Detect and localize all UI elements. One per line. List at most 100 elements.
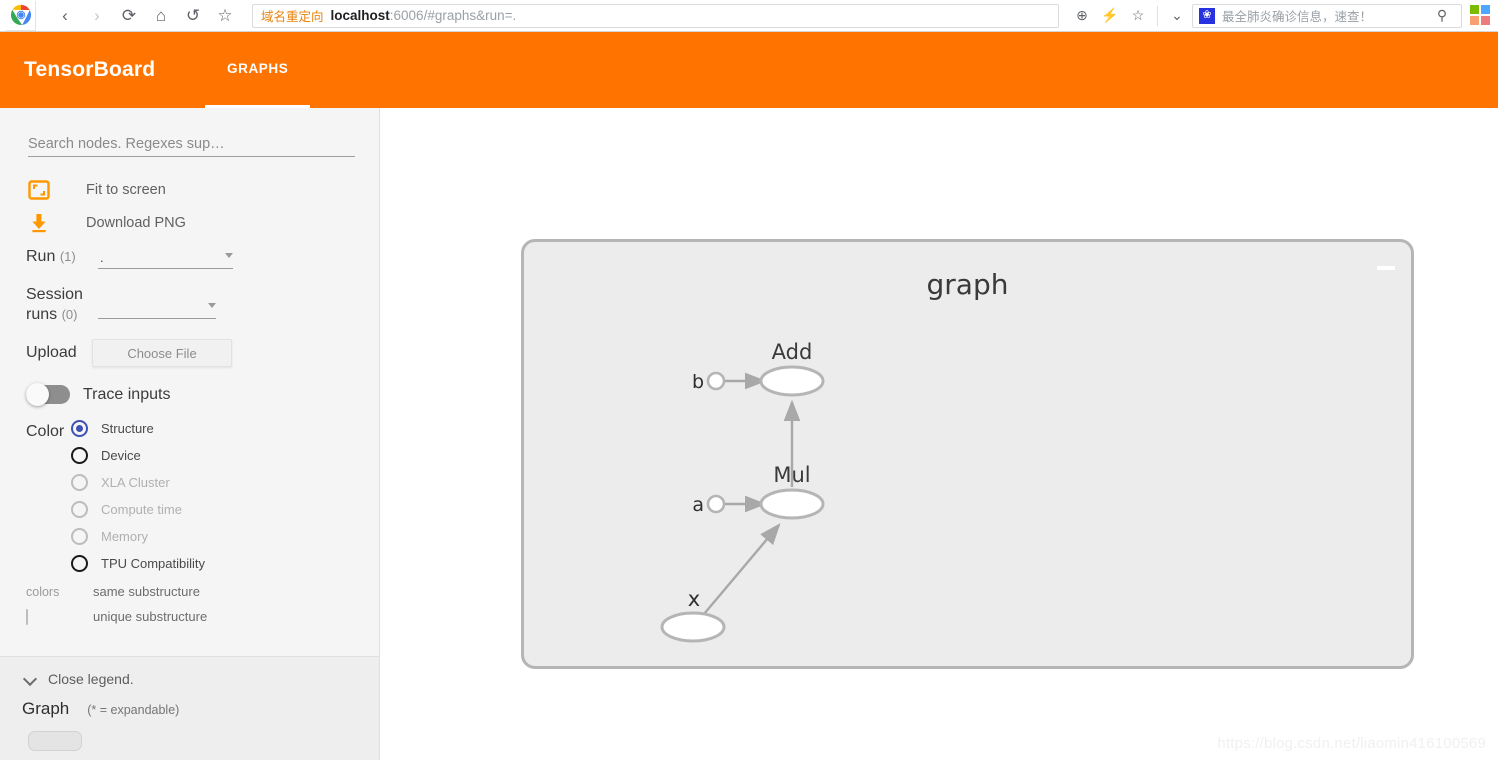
baidu-icon: ❀ xyxy=(1199,7,1215,24)
color-option-label: Device xyxy=(101,448,141,463)
address-text: localhost:6006/#graphs&run=. xyxy=(331,8,517,23)
apps-tile-1 xyxy=(1470,4,1479,14)
node-label-add: Add xyxy=(772,340,813,364)
address-redirect-badge: 域名重定向 xyxy=(261,10,324,24)
back-button[interactable]: ‹ xyxy=(50,2,80,30)
tab-graphs[interactable]: GRAPHS xyxy=(205,32,311,108)
choose-file-button[interactable]: Choose File xyxy=(92,339,232,367)
radio-icon xyxy=(71,474,88,491)
trace-inputs-label: Trace inputs xyxy=(83,385,171,403)
app-title: TensorBoard xyxy=(24,58,156,81)
node-x[interactable] xyxy=(660,611,726,643)
toggle-knob xyxy=(26,383,49,406)
node-mul[interactable] xyxy=(759,488,825,520)
color-option-label: Memory xyxy=(101,529,148,544)
sidebar: Search nodes. Regexes sup… Fit to screen xyxy=(0,108,380,760)
history-button[interactable]: ↺ xyxy=(178,2,208,30)
browser-search-text: 最全肺炎确诊信息，速查！ xyxy=(1222,10,1373,24)
apps-menu-icon[interactable] xyxy=(1470,4,1492,27)
run-dropdown-value: . xyxy=(100,250,104,265)
chevron-down-icon[interactable]: ⌄ xyxy=(1164,3,1190,29)
color-option-label: Compute time xyxy=(101,502,182,517)
forward-button[interactable]: › xyxy=(82,2,112,30)
session-runs-count: (0) xyxy=(61,307,78,322)
apps-tile-3 xyxy=(1470,15,1479,25)
legend-same-substructure: colors same substructure xyxy=(0,572,379,599)
close-legend-button[interactable]: Close legend. xyxy=(0,671,379,687)
flash-icon[interactable]: ⚡ xyxy=(1097,3,1123,29)
run-count: (1) xyxy=(59,249,76,264)
color-options: Color Structure Device XLA Cluster Compu… xyxy=(0,404,379,572)
download-png-label: Download PNG xyxy=(86,214,186,231)
node-label-b: b xyxy=(692,371,704,393)
color-option-structure[interactable]: Structure xyxy=(71,420,205,437)
legend-same-substructure-label: same substructure xyxy=(93,584,200,599)
namespace-legend-shape-icon xyxy=(28,731,82,751)
node-label-mul: Mul xyxy=(773,463,810,487)
reload-button[interactable]: ⟳ xyxy=(114,2,144,30)
color-option-label: XLA Cluster xyxy=(101,475,170,490)
apps-tile-2 xyxy=(1481,4,1490,14)
trace-inputs-row[interactable]: Trace inputs xyxy=(0,367,379,406)
edge-x-to-mul xyxy=(703,523,781,615)
color-option-label: Structure xyxy=(101,421,154,436)
graph-legend-label: Graph xyxy=(22,699,70,718)
radio-icon xyxy=(71,501,88,518)
color-option-compute-time: Compute time xyxy=(71,501,205,518)
fit-to-screen-action[interactable]: Fit to screen xyxy=(0,173,379,206)
search-icon[interactable]: ⚲ xyxy=(1429,3,1455,29)
zoom-icon[interactable]: ⊕ xyxy=(1069,3,1095,29)
node-label-a: a xyxy=(692,494,704,516)
browser-search-box[interactable]: ❀ 最全肺炎确诊信息，速查！ ⚲ xyxy=(1192,3,1462,29)
legend-footer: Close legend. Graph (* = expandable) xyxy=(0,656,379,760)
color-label: Color xyxy=(26,423,65,440)
node-a[interactable] xyxy=(706,494,726,514)
close-legend-label: Close legend. xyxy=(48,671,134,687)
browser-toolbar: ‹ › ⟳ ⌂ ↺ ☆ 域名重定向 localhost:6006/#graphs… xyxy=(0,0,1498,32)
chevron-down-icon xyxy=(225,253,233,258)
apps-tile-4 xyxy=(1481,15,1490,25)
color-option-tpu-compatibility[interactable]: TPU Compatibility xyxy=(71,555,205,572)
expandable-hint: (* = expandable) xyxy=(87,703,180,717)
graph-legend-heading: Graph (* = expandable) xyxy=(0,687,379,719)
tab-bar: GRAPHS xyxy=(205,32,311,108)
legend-unique-swatch xyxy=(26,608,93,625)
run-label: Run (1) xyxy=(26,247,98,267)
radio-icon xyxy=(71,528,88,545)
graph-canvas[interactable]: graph Add b Mul a x https://blog.csdn.ne… xyxy=(380,108,1498,760)
session-runs-label: Session runs (0) xyxy=(26,285,98,325)
tensorboard-header: TensorBoard GRAPHS xyxy=(0,32,1498,108)
search-nodes-input[interactable]: Search nodes. Regexes sup… xyxy=(28,136,355,157)
color-option-xla-cluster: XLA Cluster xyxy=(71,474,205,491)
color-radio-group: Structure Device XLA Cluster Compute tim… xyxy=(71,420,205,572)
run-dropdown[interactable]: . xyxy=(98,249,233,269)
trace-inputs-toggle[interactable] xyxy=(26,383,70,406)
node-add[interactable] xyxy=(759,365,825,397)
graph-root-card[interactable]: graph Add b Mul a x xyxy=(521,239,1414,669)
bookmark-button[interactable]: ☆ xyxy=(210,2,240,30)
run-selector-row: Run (1) . xyxy=(0,239,379,269)
address-host: localhost xyxy=(330,8,390,23)
address-bar[interactable]: 域名重定向 localhost:6006/#graphs&run=. xyxy=(252,3,1059,28)
address-path: :6006/#graphs&run=. xyxy=(389,8,517,23)
color-option-memory: Memory xyxy=(71,528,205,545)
legend-unique-substructure-label: unique substructure xyxy=(93,609,208,624)
session-runs-dropdown[interactable] xyxy=(98,299,216,319)
color-option-label: TPU Compatibility xyxy=(101,556,206,571)
upload-label: Upload xyxy=(26,344,77,361)
chrome-logo-icon xyxy=(10,4,31,26)
download-png-action[interactable]: Download PNG xyxy=(0,206,379,239)
download-png-icon xyxy=(28,212,60,233)
browser-logo xyxy=(6,0,36,31)
sidebar-controls: Search nodes. Regexes sup… Fit to screen xyxy=(0,108,379,656)
watermark-text: https://blog.csdn.net/liaomin416100569 xyxy=(1217,735,1486,752)
home-button[interactable]: ⌂ xyxy=(146,2,176,30)
color-option-device[interactable]: Device xyxy=(71,447,205,464)
chevron-down-icon xyxy=(24,672,38,686)
star-icon[interactable]: ☆ xyxy=(1125,3,1151,29)
node-b[interactable] xyxy=(706,371,726,391)
divider xyxy=(1157,5,1158,26)
legend-unique-substructure: unique substructure xyxy=(0,599,379,625)
radio-icon xyxy=(71,420,88,437)
radio-icon xyxy=(71,447,88,464)
